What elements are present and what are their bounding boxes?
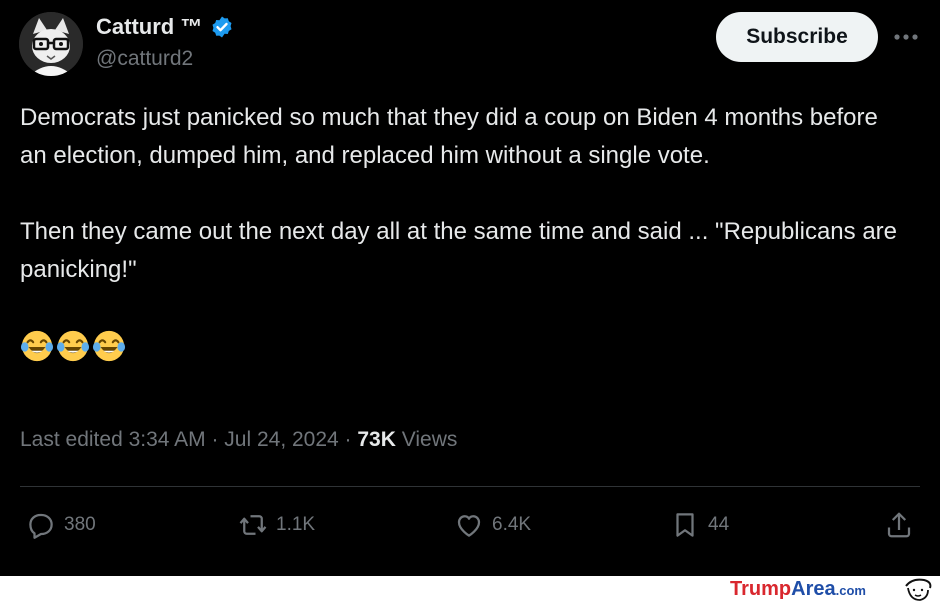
verified-badge-icon — [212, 16, 232, 38]
cartoon-face-logo-icon — [905, 578, 932, 601]
share-button[interactable] — [884, 508, 914, 542]
share-icon — [887, 512, 911, 538]
avatar[interactable] — [19, 12, 83, 76]
post-paragraph: Then they came out the next day all at t… — [20, 218, 898, 283]
bookmark-icon — [676, 513, 694, 537]
user-handle[interactable]: @catturd2 — [96, 47, 193, 71]
face-with-tears-of-joy-icon — [92, 330, 126, 362]
reply-icon — [29, 513, 53, 539]
repost-button[interactable]: 1.1K — [238, 508, 315, 542]
bookmark-button[interactable]: 44 — [670, 508, 729, 542]
cat-avatar-icon — [19, 12, 83, 76]
display-name[interactable]: Catturd ™ — [96, 14, 202, 40]
emoji-row — [20, 327, 900, 365]
like-button[interactable]: 6.4K — [454, 508, 531, 542]
reply-button[interactable]: 380 — [26, 508, 96, 542]
tweet-card: Catturd ™ @catturd2 Subscribe Democrats … — [0, 0, 940, 576]
divider — [20, 486, 920, 487]
more-options-button[interactable] — [892, 24, 920, 50]
post-paragraph: Democrats just panicked so much that the… — [20, 104, 878, 169]
like-count: 6.4K — [492, 514, 532, 535]
repost-icon — [239, 515, 267, 535]
subscribe-button[interactable]: Subscribe — [716, 12, 878, 62]
more-horizontal-icon — [894, 34, 918, 40]
face-with-tears-of-joy-icon — [56, 330, 90, 362]
repost-count: 1.1K — [276, 514, 316, 535]
author-name-row[interactable]: Catturd ™ — [96, 14, 234, 40]
views-count: 73K — [357, 428, 396, 451]
watermark-brand-blue: Area — [791, 578, 836, 600]
reply-count: 380 — [64, 514, 96, 535]
watermark-suffix: .com — [835, 583, 866, 598]
post-body: Democrats just panicked so much that the… — [20, 99, 900, 365]
face-with-tears-of-joy-icon — [20, 330, 54, 362]
edited-timestamp[interactable]: Last edited 3:34 AM · Jul 24, 2024 · — [20, 428, 357, 451]
post-meta: Last edited 3:34 AM · Jul 24, 2024 · 73K… — [20, 428, 457, 452]
views-label: Views — [395, 428, 458, 451]
bookmark-count: 44 — [708, 514, 730, 535]
site-watermark: TrumpArea.com — [730, 578, 866, 601]
watermark-brand-red: Trump — [730, 578, 792, 600]
heart-icon — [457, 515, 481, 537]
